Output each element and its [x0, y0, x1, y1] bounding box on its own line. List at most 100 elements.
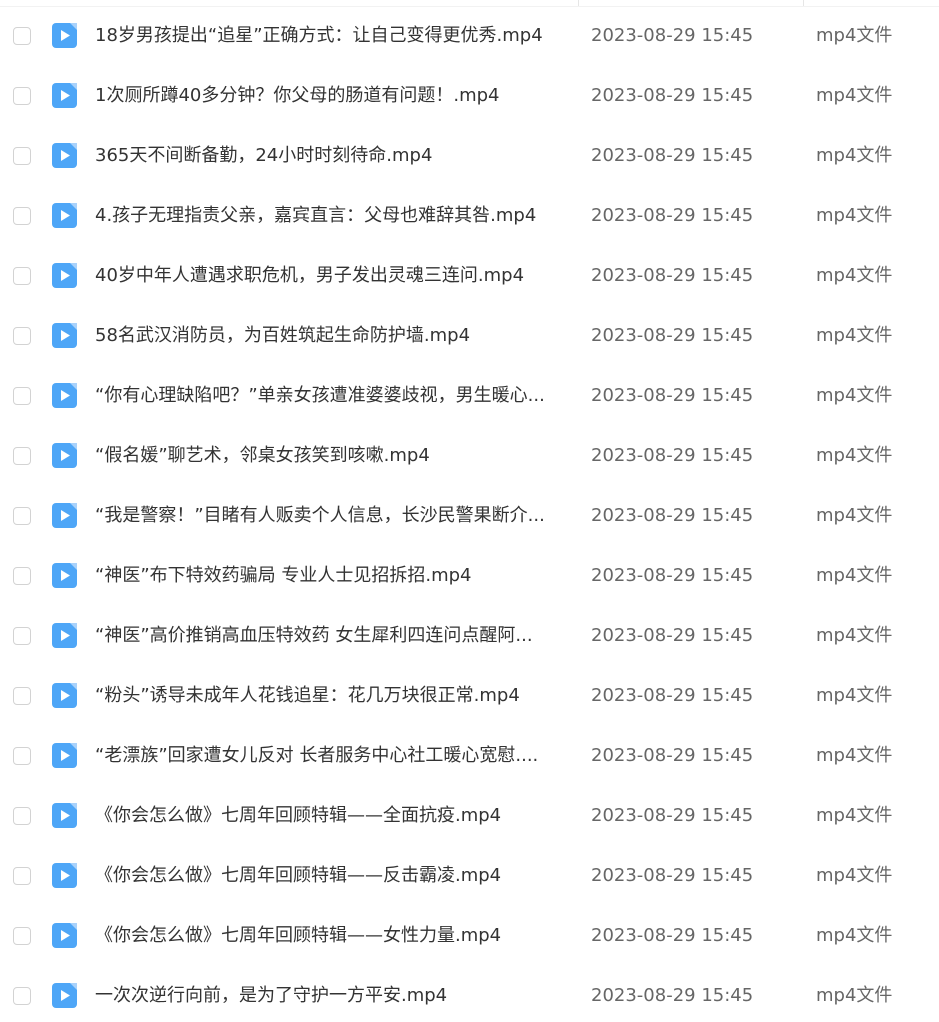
- file-row[interactable]: 《你会怎么做》七周年回顾特辑——全面抗疫.mp4 2023-08-29 15:45…: [0, 788, 939, 848]
- file-name[interactable]: “神医”布下特效药骗局 专业人士见招拆招.mp4: [95, 564, 565, 588]
- video-file-icon: [52, 803, 77, 828]
- file-modified-date: 2023-08-29 15:45: [591, 565, 754, 586]
- file-modified-date: 2023-08-29 15:45: [591, 625, 754, 646]
- video-file-icon: [52, 563, 77, 588]
- file-modified-date: 2023-08-29 15:45: [591, 205, 754, 226]
- file-type: mp4文件: [816, 745, 893, 766]
- row-checkbox[interactable]: [13, 747, 31, 765]
- file-type: mp4文件: [816, 805, 893, 826]
- file-row[interactable]: 40岁中年人遭遇求职危机，男子发出灵魂三连问.mp4 2023-08-29 15:…: [0, 248, 939, 308]
- video-file-icon: [52, 323, 77, 348]
- row-checkbox[interactable]: [13, 207, 31, 225]
- file-type: mp4文件: [816, 865, 893, 886]
- file-name[interactable]: 《你会怎么做》七周年回顾特辑——全面抗疫.mp4: [95, 804, 565, 828]
- file-row[interactable]: 一次次逆行向前，是为了守护一方平安.mp4 2023-08-29 15:45 mp4…: [0, 968, 939, 1022]
- file-modified-date: 2023-08-29 15:45: [591, 445, 754, 466]
- row-checkbox[interactable]: [13, 927, 31, 945]
- file-row[interactable]: “假名媛”聊艺术，邻桌女孩笑到咳嗽.mp4 2023-08-29 15:45 mp4…: [0, 428, 939, 488]
- video-file-icon: [52, 863, 77, 888]
- file-list: 18岁男孩提出“追星”正确方式：让自己变得更优秀.mp4 2023-08-29 1…: [0, 0, 939, 1022]
- file-row[interactable]: “粉头”诱导未成年人花钱追星：花几万块很正常.mp4 2023-08-29 15:…: [0, 668, 939, 728]
- file-row[interactable]: “我是警察！”目睹有人贩卖个人信息，长沙民警果断介... 2023-08-29 1…: [0, 488, 939, 548]
- file-type: mp4文件: [816, 85, 893, 106]
- file-name[interactable]: 4.孩子无理指责父亲，嘉宾直言：父母也难辞其咎.mp4: [95, 204, 565, 228]
- file-row[interactable]: “老漂族”回家遭女儿反对 长者服务中心社工暖心宽慰.... 2023-08-29 …: [0, 728, 939, 788]
- row-checkbox[interactable]: [13, 867, 31, 885]
- row-checkbox[interactable]: [13, 147, 31, 165]
- file-modified-date: 2023-08-29 15:45: [591, 85, 754, 106]
- file-type: mp4文件: [816, 505, 893, 526]
- file-name[interactable]: “神医”高价推销高血压特效药 女生犀利四连问点醒阿...: [95, 624, 565, 648]
- file-name[interactable]: “老漂族”回家遭女儿反对 长者服务中心社工暖心宽慰....: [95, 744, 565, 768]
- file-row[interactable]: 1次厕所蹲40多分钟？你父母的肠道有问题！.mp4 2023-08-29 15:4…: [0, 68, 939, 128]
- file-name[interactable]: 365天不间断备勤，24小时时刻待命.mp4: [95, 144, 565, 168]
- file-type: mp4文件: [816, 385, 893, 406]
- list-top-border: [0, 6, 939, 7]
- file-modified-date: 2023-08-29 15:45: [591, 925, 754, 946]
- row-checkbox[interactable]: [13, 387, 31, 405]
- file-type: mp4文件: [816, 625, 893, 646]
- file-name[interactable]: 《你会怎么做》七周年回顾特辑——女性力量.mp4: [95, 924, 565, 948]
- file-modified-date: 2023-08-29 15:45: [591, 25, 754, 46]
- file-name[interactable]: “粉头”诱导未成年人花钱追星：花几万块很正常.mp4: [95, 684, 565, 708]
- row-checkbox[interactable]: [13, 567, 31, 585]
- row-checkbox[interactable]: [13, 327, 31, 345]
- video-file-icon: [52, 623, 77, 648]
- file-type: mp4文件: [816, 205, 893, 226]
- video-file-icon: [52, 23, 77, 48]
- file-name[interactable]: “你有心理缺陷吧？”单亲女孩遭准婆婆歧视，男生暖心...: [95, 384, 565, 408]
- file-modified-date: 2023-08-29 15:45: [591, 805, 754, 826]
- file-modified-date: 2023-08-29 15:45: [591, 325, 754, 346]
- video-file-icon: [52, 503, 77, 528]
- file-modified-date: 2023-08-29 15:45: [591, 685, 754, 706]
- row-checkbox[interactable]: [13, 987, 31, 1005]
- file-row[interactable]: 365天不间断备勤，24小时时刻待命.mp4 2023-08-29 15:45 mp…: [0, 128, 939, 188]
- file-row[interactable]: 《你会怎么做》七周年回顾特辑——反击霸凌.mp4 2023-08-29 15:45…: [0, 848, 939, 908]
- file-row[interactable]: 《你会怎么做》七周年回顾特辑——女性力量.mp4 2023-08-29 15:45…: [0, 908, 939, 968]
- file-name[interactable]: 58名武汉消防员，为百姓筑起生命防护墙.mp4: [95, 324, 565, 348]
- file-name[interactable]: 《你会怎么做》七周年回顾特辑——反击霸凌.mp4: [95, 864, 565, 888]
- file-modified-date: 2023-08-29 15:45: [591, 505, 754, 526]
- file-name[interactable]: 18岁男孩提出“追星”正确方式：让自己变得更优秀.mp4: [95, 24, 565, 48]
- video-file-icon: [52, 923, 77, 948]
- file-row[interactable]: 58名武汉消防员，为百姓筑起生命防护墙.mp4 2023-08-29 15:45 m…: [0, 308, 939, 368]
- row-checkbox[interactable]: [13, 447, 31, 465]
- file-type: mp4文件: [816, 25, 893, 46]
- file-type: mp4文件: [816, 145, 893, 166]
- file-modified-date: 2023-08-29 15:45: [591, 865, 754, 886]
- file-row[interactable]: “神医”布下特效药骗局 专业人士见招拆招.mp4 2023-08-29 15:45…: [0, 548, 939, 608]
- video-file-icon: [52, 743, 77, 768]
- file-name[interactable]: 一次次逆行向前，是为了守护一方平安.mp4: [95, 984, 565, 1008]
- file-modified-date: 2023-08-29 15:45: [591, 745, 754, 766]
- file-row[interactable]: 4.孩子无理指责父亲，嘉宾直言：父母也难辞其咎.mp4 2023-08-29 15…: [0, 188, 939, 248]
- file-type: mp4文件: [816, 265, 893, 286]
- file-modified-date: 2023-08-29 15:45: [591, 385, 754, 406]
- file-type: mp4文件: [816, 985, 893, 1006]
- file-name[interactable]: 1次厕所蹲40多分钟？你父母的肠道有问题！.mp4: [95, 84, 565, 108]
- video-file-icon: [52, 443, 77, 468]
- file-type: mp4文件: [816, 685, 893, 706]
- file-row[interactable]: “神医”高价推销高血压特效药 女生犀利四连问点醒阿... 2023-08-29 1…: [0, 608, 939, 668]
- file-modified-date: 2023-08-29 15:45: [591, 145, 754, 166]
- file-type: mp4文件: [816, 925, 893, 946]
- video-file-icon: [52, 263, 77, 288]
- row-checkbox[interactable]: [13, 807, 31, 825]
- row-checkbox[interactable]: [13, 267, 31, 285]
- video-file-icon: [52, 203, 77, 228]
- video-file-icon: [52, 983, 77, 1008]
- file-row[interactable]: 18岁男孩提出“追星”正确方式：让自己变得更优秀.mp4 2023-08-29 1…: [0, 8, 939, 68]
- video-file-icon: [52, 383, 77, 408]
- row-checkbox[interactable]: [13, 627, 31, 645]
- video-file-icon: [52, 143, 77, 168]
- row-checkbox[interactable]: [13, 507, 31, 525]
- file-name[interactable]: “我是警察！”目睹有人贩卖个人信息，长沙民警果断介...: [95, 504, 565, 528]
- row-checkbox[interactable]: [13, 27, 31, 45]
- file-row[interactable]: “你有心理缺陷吧？”单亲女孩遭准婆婆歧视，男生暖心... 2023-08-29 1…: [0, 368, 939, 428]
- file-name[interactable]: 40岁中年人遭遇求职危机，男子发出灵魂三连问.mp4: [95, 264, 565, 288]
- video-file-icon: [52, 683, 77, 708]
- row-checkbox[interactable]: [13, 687, 31, 705]
- video-file-icon: [52, 83, 77, 108]
- row-checkbox[interactable]: [13, 87, 31, 105]
- file-modified-date: 2023-08-29 15:45: [591, 265, 754, 286]
- file-name[interactable]: “假名媛”聊艺术，邻桌女孩笑到咳嗽.mp4: [95, 444, 565, 468]
